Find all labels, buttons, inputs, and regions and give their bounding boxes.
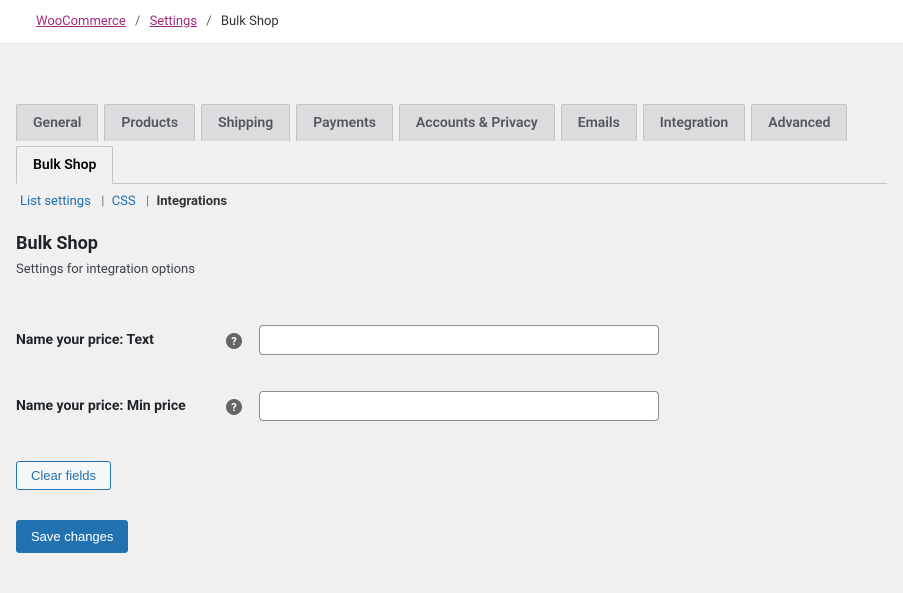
section-title: Bulk Shop — [16, 233, 887, 254]
field-row-nyp-text: Name your price: Text ? — [16, 307, 887, 373]
field-label: Name your price: Min price — [16, 373, 226, 439]
nyp-text-input[interactable] — [259, 325, 659, 355]
sub-tabs: List settings | CSS | Integrations — [16, 184, 887, 213]
field-row-nyp-min-price: Name your price: Min price ? — [16, 373, 887, 439]
tab-products[interactable]: Products — [104, 104, 195, 141]
tab-integration[interactable]: Integration — [643, 104, 745, 141]
help-icon[interactable]: ? — [226, 399, 242, 415]
help-icon[interactable]: ? — [226, 333, 242, 349]
settings-form: Name your price: Text ? Name your price:… — [16, 307, 887, 439]
settings-tabs: General Products Shipping Payments Accou… — [16, 104, 887, 184]
clear-fields-button[interactable]: Clear fields — [16, 461, 111, 490]
tab-advanced[interactable]: Advanced — [751, 104, 847, 141]
breadcrumb-current: Bulk Shop — [221, 14, 279, 29]
tab-general[interactable]: General — [16, 104, 98, 141]
tab-emails[interactable]: Emails — [561, 104, 637, 141]
breadcrumb-link-woocommerce[interactable]: WooCommerce — [36, 14, 126, 29]
spacer — [0, 44, 903, 104]
breadcrumb-link-settings[interactable]: Settings — [150, 14, 197, 29]
field-label: Name your price: Text — [16, 307, 226, 373]
subtab-separator: | — [101, 194, 104, 209]
tab-accounts-privacy[interactable]: Accounts & Privacy — [399, 104, 555, 141]
breadcrumb-separator: / — [206, 14, 211, 29]
section-description: Settings for integration options — [16, 262, 887, 277]
subtab-css[interactable]: CSS — [112, 194, 136, 209]
nyp-min-price-input[interactable] — [259, 391, 659, 421]
tab-shipping[interactable]: Shipping — [201, 104, 290, 141]
save-changes-button[interactable]: Save changes — [16, 520, 128, 553]
breadcrumb-separator: / — [135, 14, 140, 29]
tab-bulk-shop[interactable]: Bulk Shop — [16, 146, 113, 184]
subtab-list-settings[interactable]: List settings — [20, 194, 91, 209]
breadcrumb: WooCommerce / Settings / Bulk Shop — [0, 0, 903, 44]
subtab-separator: | — [146, 194, 149, 209]
subtab-integrations: Integrations — [156, 194, 227, 209]
tab-payments[interactable]: Payments — [296, 104, 393, 141]
